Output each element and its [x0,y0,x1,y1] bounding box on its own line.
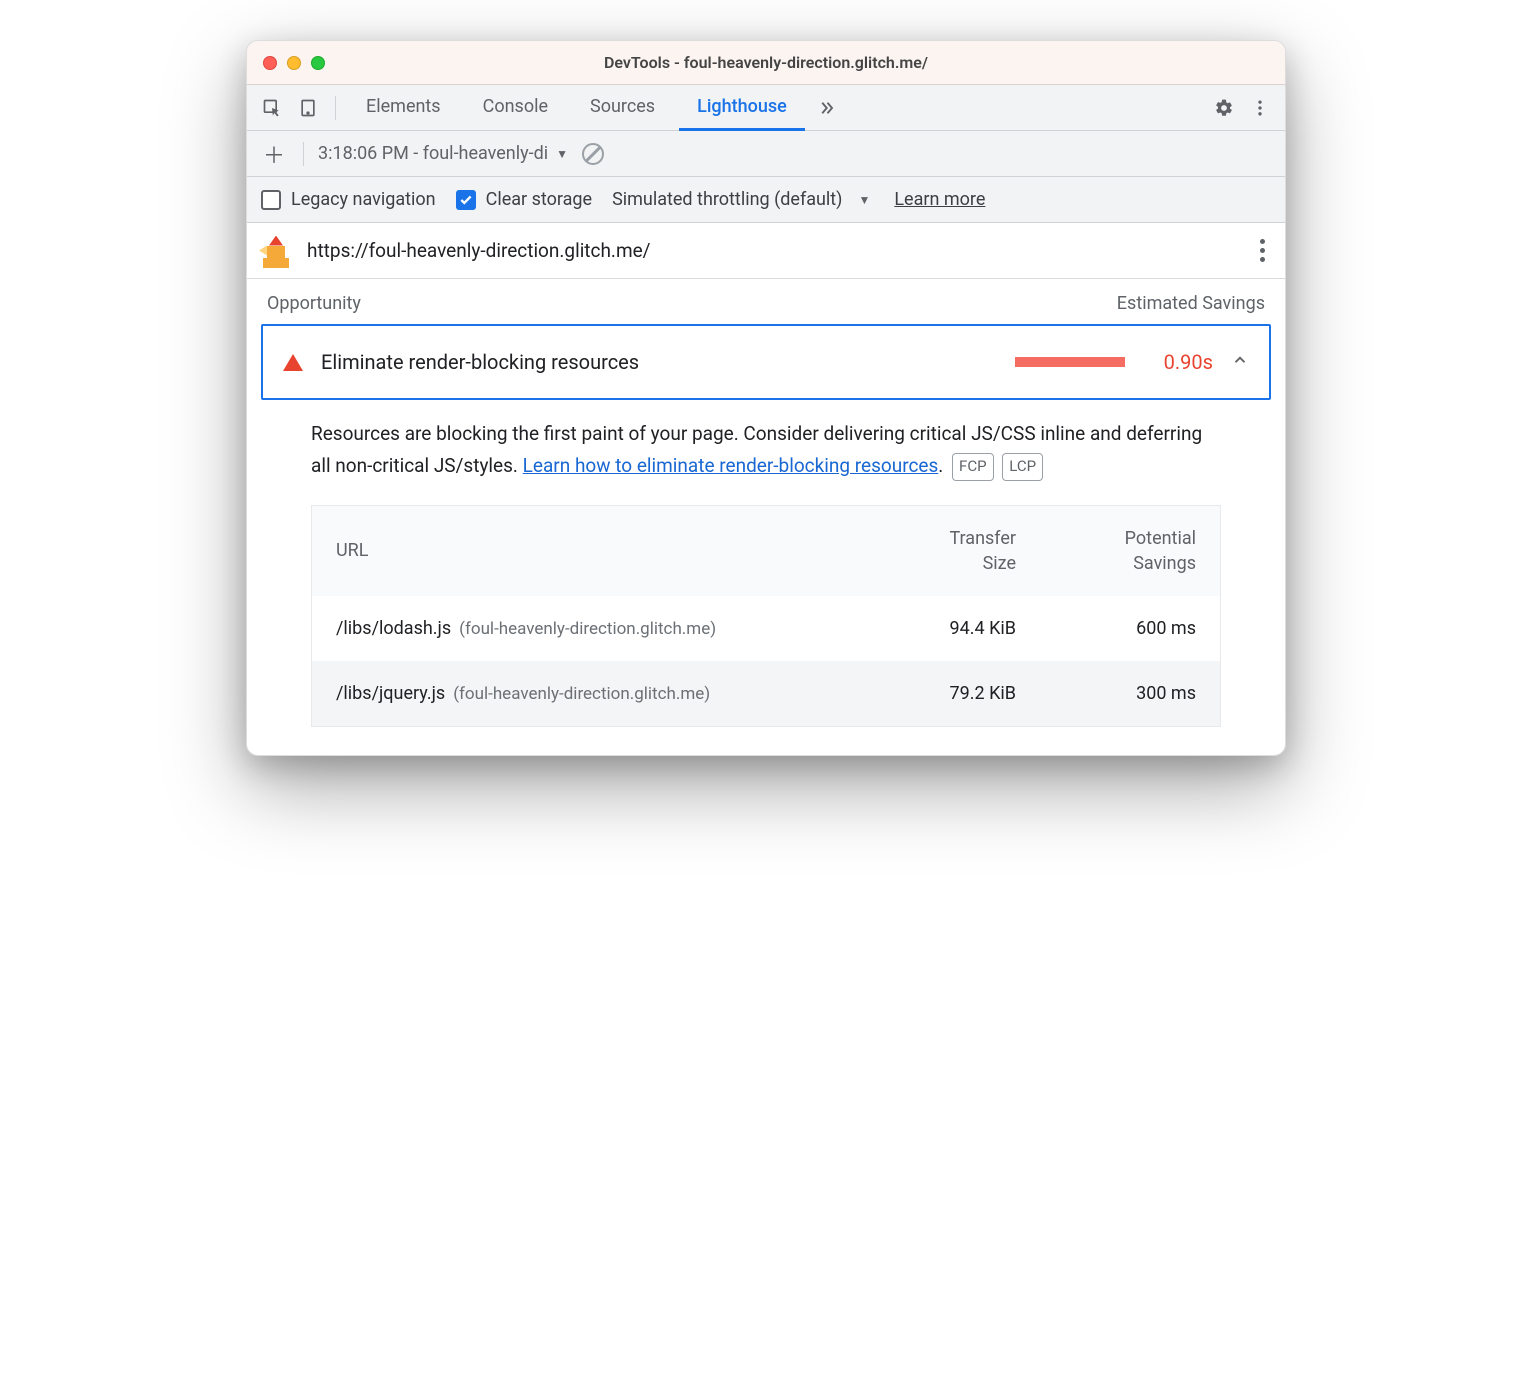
throttling-select[interactable]: Simulated throttling (default) [612,189,842,210]
tab-lighthouse[interactable]: Lighthouse [679,85,805,131]
device-toolbar-icon[interactable] [293,93,323,123]
tab-elements[interactable]: Elements [348,85,459,131]
audit-row[interactable]: Eliminate render-blocking resources 0.90… [261,324,1271,400]
divider [303,142,304,166]
opportunity-heading: Opportunity [267,293,361,314]
table-row: /libs/jquery.js (foul-heavenly-direction.… [312,661,1220,726]
chevron-down-icon: ▼ [556,147,568,161]
table-header: URL TransferSize PotentialSavings [312,506,1220,596]
legacy-navigation-checkbox[interactable] [261,190,281,210]
savings-bar [1015,357,1125,367]
th-url: URL [336,540,856,561]
tab-sources[interactable]: Sources [572,85,673,131]
tab-console[interactable]: Console [465,85,566,131]
more-tabs-icon[interactable] [811,93,841,123]
row-size: 79.2 KiB [856,683,1016,704]
opportunity-section-header: Opportunity Estimated Savings [247,279,1285,324]
resources-table: URL TransferSize PotentialSavings /libs/… [311,505,1221,727]
titlebar: DevTools - foul-heavenly-direction.glitc… [247,41,1285,85]
divider [335,96,336,120]
chevron-down-icon: ▼ [858,193,870,207]
table-row: /libs/lodash.js (foul-heavenly-direction.… [312,596,1220,661]
new-report-button[interactable]: ＋ [259,139,289,169]
lighthouse-icon [261,234,291,268]
report-select[interactable]: 3:18:06 PM - foul-heavenly-di ▼ [318,143,568,164]
report-url-row: https://foul-heavenly-direction.glitch.m… [247,223,1285,279]
th-transfer: TransferSize [856,526,1016,576]
row-host: (foul-heavenly-direction.glitch.me) [459,619,716,639]
minimize-icon[interactable] [287,56,301,70]
metric-pill-fcp: FCP [952,453,994,481]
row-size: 94.4 KiB [856,618,1016,639]
chevron-up-icon [1231,351,1249,373]
row-host: (foul-heavenly-direction.glitch.me) [453,684,710,704]
window-title: DevTools - foul-heavenly-direction.glitc… [247,53,1285,72]
fail-triangle-icon [283,354,303,371]
page-url: https://foul-heavenly-direction.glitch.m… [307,239,1238,262]
lighthouse-options: Legacy navigation Clear storage Simulate… [247,177,1285,223]
report-menu-icon[interactable] [1254,233,1271,268]
legacy-navigation-label: Legacy navigation [291,189,436,210]
panel-tabbar: Elements Console Sources Lighthouse [247,85,1285,131]
lighthouse-toolbar: ＋ 3:18:06 PM - foul-heavenly-di ▼ [247,131,1285,177]
th-potential: PotentialSavings [1016,526,1196,576]
settings-icon[interactable] [1209,93,1239,123]
close-icon[interactable] [263,56,277,70]
clear-storage-option[interactable]: Clear storage [456,189,592,210]
inspect-element-icon[interactable] [257,93,287,123]
throttling-label: Simulated throttling (default) [612,189,842,210]
audit-title: Eliminate render-blocking resources [321,350,639,374]
learn-more-link[interactable]: Learn more [894,189,985,210]
row-url: /libs/jquery.js (foul-heavenly-direction.… [336,683,856,704]
audit-description: Resources are blocking the first paint o… [247,410,1285,505]
audit-desc-dot: . [938,454,943,477]
metric-pill-lcp: LCP [1002,453,1043,481]
row-savings: 300 ms [1016,683,1196,704]
savings-heading: Estimated Savings [1117,293,1265,314]
kebab-menu-icon[interactable] [1245,93,1275,123]
traffic-lights [263,56,325,70]
clear-storage-label: Clear storage [486,189,592,210]
maximize-icon[interactable] [311,56,325,70]
audit-desc-link[interactable]: Learn how to eliminate render-blocking r… [523,454,939,477]
row-path: /libs/jquery.js [336,683,445,704]
legacy-navigation-option[interactable]: Legacy navigation [261,189,436,210]
row-url: /libs/lodash.js (foul-heavenly-direction.… [336,618,856,639]
row-savings: 600 ms [1016,618,1196,639]
audit-savings: 0.90s [1143,350,1213,374]
clear-report-icon[interactable] [582,143,604,165]
clear-storage-checkbox[interactable] [456,190,476,210]
devtools-window: DevTools - foul-heavenly-direction.glitc… [246,40,1286,756]
row-path: /libs/lodash.js [336,618,451,639]
report-select-label: 3:18:06 PM - foul-heavenly-di [318,143,548,164]
